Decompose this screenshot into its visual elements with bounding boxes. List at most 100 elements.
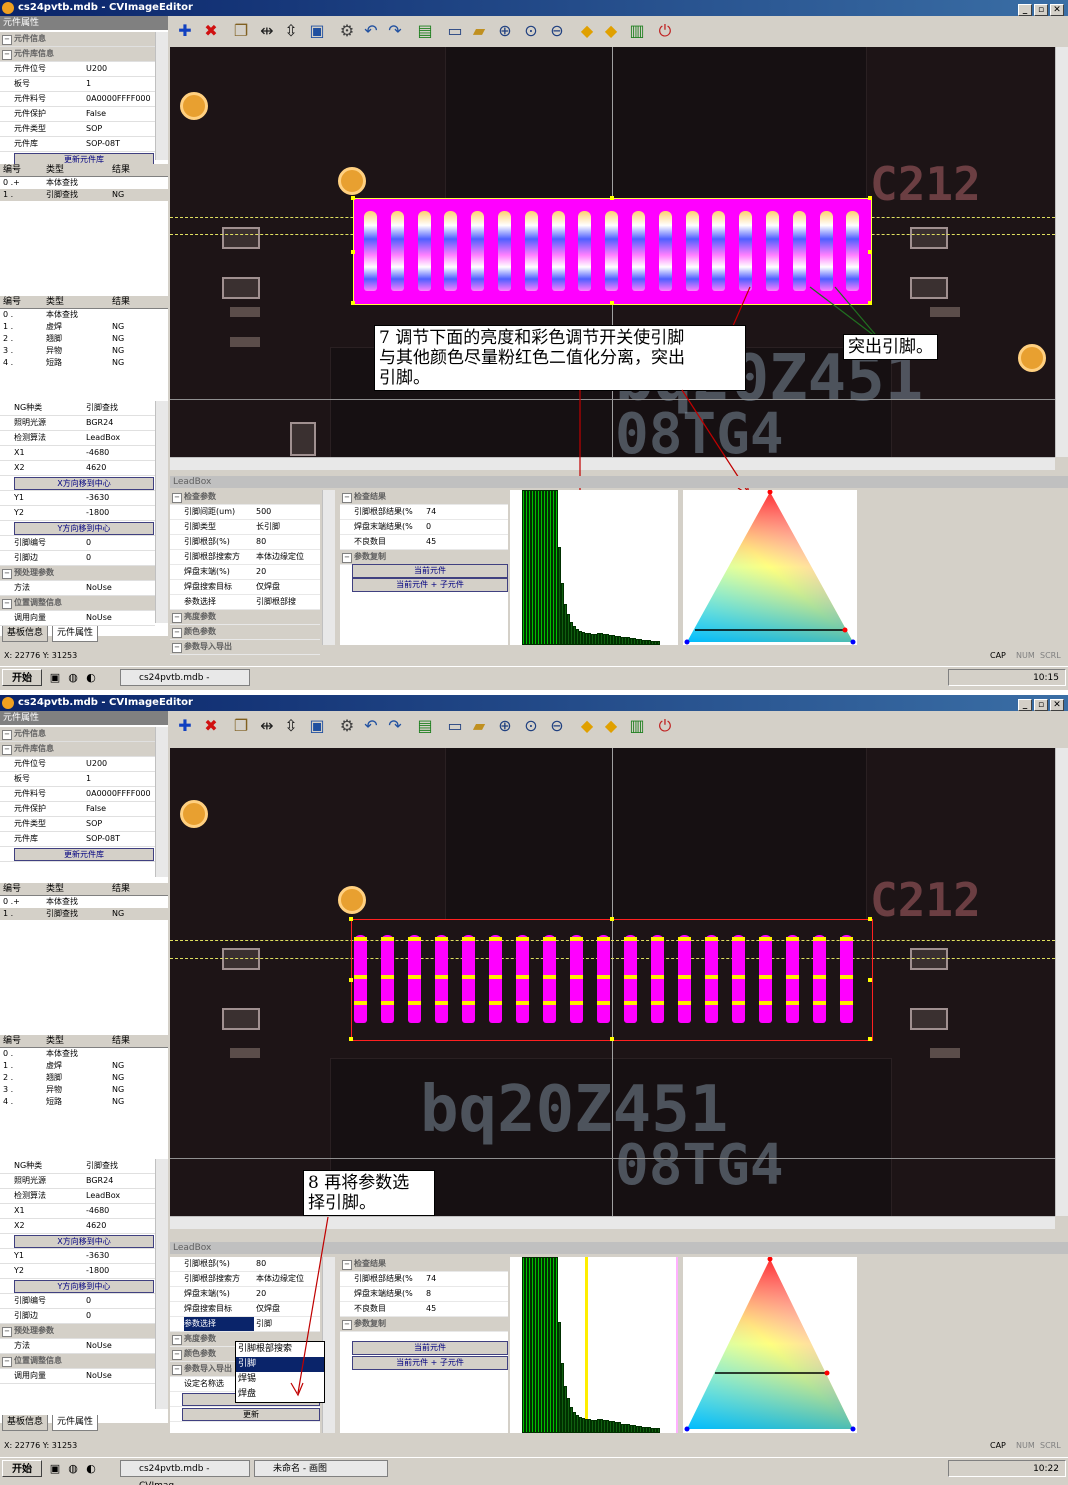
property-value[interactable]: NoUse <box>86 581 154 595</box>
table-row[interactable]: 1 . 引脚查找 NG <box>0 189 168 201</box>
table-row[interactable]: 2 . 翘脚 NG <box>0 1072 168 1084</box>
props-scrollbar[interactable] <box>155 727 168 877</box>
table-row[interactable]: 2 . 翘脚 NG <box>0 333 168 345</box>
select-icon[interactable]: ▣ <box>306 20 328 42</box>
param-value[interactable]: 74 <box>426 1272 488 1286</box>
book-icon[interactable]: ▤ <box>414 715 436 737</box>
column-header[interactable]: 编号 <box>3 296 43 308</box>
property-value[interactable]: 引脚查找 <box>86 401 154 415</box>
property-value[interactable]: U200 <box>86 757 154 771</box>
section-header[interactable]: − 检查结果 <box>340 1257 508 1272</box>
property-value[interactable]: 1 <box>86 772 154 786</box>
section-header[interactable]: − 元件库信息 <box>0 47 155 62</box>
tab-component-props[interactable]: 元件属性 <box>52 1415 99 1431</box>
quicklaunch-ie-icon[interactable]: ◍ <box>66 1462 80 1476</box>
quicklaunch-browser-icon[interactable]: ◐ <box>84 1462 98 1476</box>
copy-current-plus-sub-button[interactable]: 当前元件 + 子元件 <box>352 578 508 592</box>
param-value[interactable]: 80 <box>256 1257 318 1271</box>
image-viewer[interactable]: bq20Z451 08TG4 C212 8 再将参数选 择引脚。 <box>170 748 1055 1216</box>
action-button[interactable]: 更新元件库 <box>0 847 155 862</box>
table-row[interactable]: 1 . 虚焊 NG <box>0 1060 168 1072</box>
dropdown-option[interactable]: 引脚 <box>236 1357 324 1372</box>
export-icon[interactable]: ▥ <box>626 20 648 42</box>
param-value[interactable]: 引脚 <box>256 1317 318 1331</box>
section-header[interactable]: − 预处理参数 <box>0 566 155 581</box>
param-value[interactable]: 500 <box>256 505 318 519</box>
task-item-cvimageeditor[interactable]: cs24pvtb.mdb - CVImag... <box>120 669 250 686</box>
maximize-button[interactable]: ▫ <box>1034 4 1048 16</box>
open-folder-icon[interactable]: ▰ <box>468 20 490 42</box>
param-row[interactable]: 不良数目 45 <box>340 535 508 550</box>
resize-handle[interactable] <box>610 917 614 921</box>
viewer-hscroll[interactable] <box>170 457 1055 470</box>
property-key[interactable]: X方向移到中心 <box>14 477 154 490</box>
viewer-vscroll[interactable] <box>1055 748 1068 1216</box>
resize-handle[interactable] <box>868 250 872 254</box>
property-value[interactable]: 0 <box>86 1309 154 1323</box>
property-value[interactable]: NoUse <box>86 611 154 625</box>
fit-width-icon[interactable]: ⇹ <box>256 715 278 737</box>
resize-handle[interactable] <box>610 196 614 200</box>
table-row[interactable]: 0 .+ 本体查找 <box>0 896 168 908</box>
color-triangle[interactable] <box>683 1256 857 1433</box>
expand-toggle-icon[interactable]: − <box>2 745 12 755</box>
viewer-vscroll[interactable] <box>1055 47 1068 457</box>
add-icon[interactable]: ✚ <box>174 20 196 42</box>
property-key[interactable]: Y方向移到中心 <box>14 1280 154 1293</box>
resize-handle[interactable] <box>868 196 872 200</box>
zoom-out-icon[interactable]: ⊖ <box>546 20 568 42</box>
action-button[interactable]: Y方向移到中心 <box>0 521 155 536</box>
expand-toggle-icon[interactable]: − <box>172 1365 182 1375</box>
param-row[interactable]: 更新 <box>170 1407 320 1422</box>
property-value[interactable]: U200 <box>86 62 154 76</box>
param-row[interactable]: 引脚根部(%) 80 <box>170 535 320 550</box>
param-row[interactable]: 引脚根部结果(% 74 <box>340 505 508 520</box>
expand-toggle-icon[interactable]: − <box>342 493 352 503</box>
table-row[interactable]: 1 . 引脚查找 NG <box>0 908 168 920</box>
section-header[interactable]: − 颜色参数 <box>170 625 320 640</box>
redo-icon[interactable]: ↷ <box>384 20 406 42</box>
expand-toggle-icon[interactable]: − <box>2 1357 12 1367</box>
property-value[interactable]: SOP-08T <box>86 832 154 846</box>
param-value[interactable]: 74 <box>426 505 488 519</box>
fit-width-icon[interactable]: ⇹ <box>256 20 278 42</box>
fit-height-icon[interactable]: ⇳ <box>280 715 302 737</box>
expand-toggle-icon[interactable]: − <box>2 599 12 609</box>
arrow-left-icon[interactable]: ◆ <box>576 715 598 737</box>
histogram[interactable] <box>510 1257 678 1433</box>
property-value[interactable]: 1 <box>86 77 154 91</box>
param-select-dropdown[interactable]: 引脚根部搜索 引脚 焊锡 焊盘 <box>235 1341 325 1403</box>
table-row[interactable]: 0 . 本体查找 <box>0 309 168 321</box>
param-key[interactable]: 更新 <box>182 1408 320 1421</box>
property-value[interactable]: 0A0000FFFF000 <box>86 787 154 801</box>
param-value[interactable]: 20 <box>256 565 318 579</box>
undo-icon[interactable]: ↶ <box>360 715 382 737</box>
property-value[interactable]: -1800 <box>86 506 154 520</box>
expand-toggle-icon[interactable]: − <box>172 1335 182 1345</box>
open-folder-icon[interactable]: ▰ <box>468 715 490 737</box>
arrow-right-icon[interactable]: ◆ <box>600 20 622 42</box>
export-icon[interactable]: ▥ <box>626 715 648 737</box>
dropdown-option[interactable]: 引脚根部搜索 <box>236 1342 324 1357</box>
param-value[interactable]: 长引脚 <box>256 520 318 534</box>
property-value[interactable]: SOP-08T <box>86 137 154 151</box>
section-header[interactable]: − 元件库信息 <box>0 742 155 757</box>
quicklaunch-browser-icon[interactable]: ◐ <box>84 671 98 685</box>
section-header[interactable]: − 位置调整信息 <box>0 596 155 611</box>
delete-icon[interactable]: ✖ <box>200 20 222 42</box>
roi-box[interactable] <box>351 196 872 305</box>
power-icon[interactable]: ⏻ <box>654 715 676 737</box>
zoom-in-icon[interactable]: ⊕ <box>494 20 516 42</box>
start-button[interactable]: 开始 <box>2 669 42 686</box>
ng-scrollbar[interactable] <box>155 1159 168 1409</box>
power-icon[interactable]: ⏻ <box>654 20 676 42</box>
redo-icon[interactable]: ↷ <box>384 715 406 737</box>
expand-toggle-icon[interactable]: − <box>342 1320 352 1330</box>
settings-icon[interactable]: ⚙ <box>336 715 358 737</box>
expand-toggle-icon[interactable]: − <box>172 1350 182 1360</box>
expand-toggle-icon[interactable]: − <box>342 553 352 563</box>
resize-handle[interactable] <box>868 917 872 921</box>
expand-toggle-icon[interactable]: − <box>172 613 182 623</box>
ng-scrollbar[interactable] <box>155 401 168 623</box>
param-row[interactable]: 焊盘搜索目标 仅焊盘 <box>170 1302 320 1317</box>
